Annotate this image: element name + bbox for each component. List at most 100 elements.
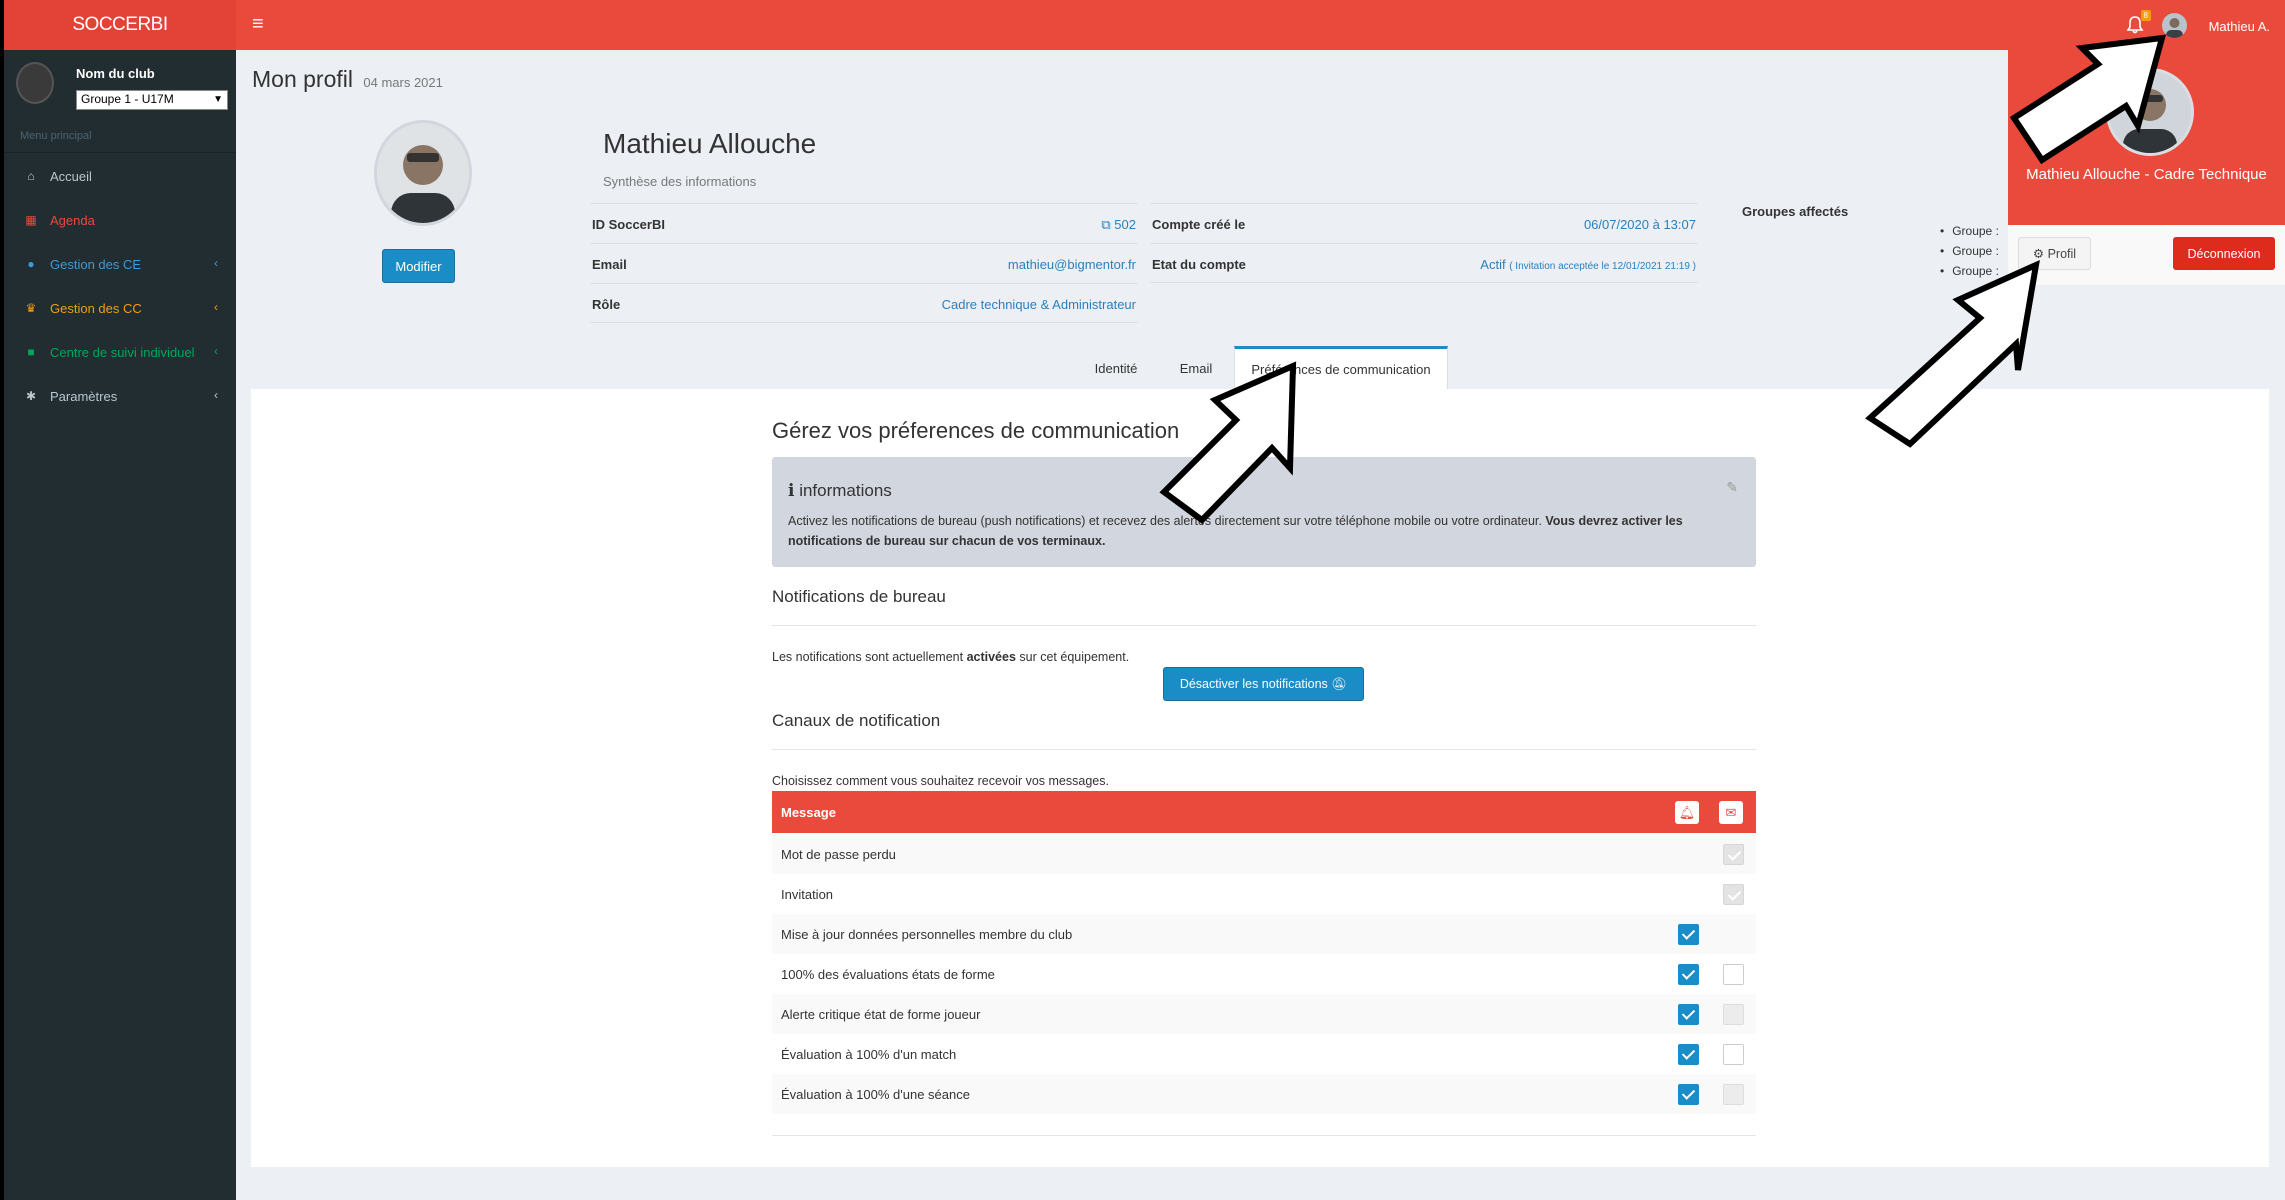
cube-icon: ■ (27, 345, 35, 359)
table-row: Invitation (772, 874, 1756, 914)
table-row: 100% des évaluations états de forme (772, 954, 1756, 994)
menu-toggle-icon[interactable]: ≡ (252, 14, 264, 34)
sidebar-item-label: Agenda (50, 212, 95, 228)
desktop-status-text: Les notifications sont actuellement acti… (772, 650, 1129, 664)
row-label: Évaluation à 100% d'un match (781, 1047, 957, 1062)
id-value: 502 (1114, 217, 1136, 232)
profile-name: Mathieu Allouche (603, 128, 817, 159)
calendar-icon: ▦ (25, 213, 37, 227)
groups-title: Groupes affectés (1742, 204, 1849, 219)
user-menu-name[interactable]: Mathieu A. (2209, 19, 2270, 34)
club-panel: Nom du club Groupe 1 - U17M ▼ (4, 50, 236, 120)
info-row-created: Compte créé le 06/07/2020 à 13:07 (1150, 203, 1698, 243)
top-navbar: ≡ 8 Mathieu A. (236, 0, 2285, 50)
deactivate-notifications-button[interactable]: Désactiver les notifications 🔕︎ (1163, 667, 1364, 701)
status-text-bold: activées (966, 650, 1016, 664)
state-note: ( Invitation acceptée le 12/01/2021 21:1… (1509, 261, 1696, 272)
row-label: Mot de passe perdu (781, 847, 896, 862)
logout-button[interactable]: Déconnexion (2173, 237, 2275, 270)
mail-checkbox (1723, 1084, 1744, 1105)
mail-checkbox[interactable] (1723, 1044, 1744, 1065)
menu-divider (4, 152, 236, 153)
user-avatar[interactable] (2162, 13, 2187, 38)
mail-checkbox (1723, 884, 1744, 905)
row-label: 100% des évaluations états de forme (781, 967, 995, 982)
chevron-left-icon: ‹ (214, 388, 218, 402)
info-label: Compte créé le (1152, 217, 1246, 232)
list-item: Groupe : (1940, 224, 1999, 244)
table-row: Mot de passe perdu (772, 834, 1756, 874)
channels-title: Canaux de notification (772, 711, 941, 730)
sidebar-item-label: Accueil (50, 168, 92, 184)
divider (772, 625, 1756, 626)
tab-email[interactable]: Email (1161, 346, 1231, 390)
sidebar-item-accueil[interactable]: ⌂ Accueil (4, 154, 236, 198)
menu-header: Menu principal (20, 130, 92, 142)
push-checkbox[interactable] (1678, 964, 1699, 985)
table-header: Message 🔔︎ ✉ (772, 791, 1756, 833)
role-value: Cadre technique & Administrateur (941, 297, 1136, 312)
table-row: Alerte critique état de forme joueur (772, 994, 1756, 1034)
push-checkbox[interactable] (1678, 924, 1699, 945)
push-checkbox[interactable] (1678, 1084, 1699, 1105)
app-window: SOCCERBI ≡ 8 Mathieu A. Nom du club Grou… (4, 0, 2285, 1200)
tab-preferences[interactable]: Préférences de communication (1234, 346, 1448, 390)
push-checkbox[interactable] (1678, 1004, 1699, 1025)
user-dropdown-avatar (2106, 68, 2194, 156)
groups-list: Groupe : Groupe : Groupe : (1940, 224, 1999, 284)
table-row: Mise à jour données personnelles membre … (772, 914, 1756, 954)
divider (772, 1135, 1756, 1136)
info-callout: i informations ✎ Activez les notificatio… (772, 457, 1756, 567)
profile-button[interactable]: ⚙︎ Profil (2018, 237, 2091, 270)
state-value: Actif ( Invitation acceptée le 12/01/202… (1480, 257, 1696, 272)
push-checkbox[interactable] (1678, 1044, 1699, 1065)
info-label: Etat du compte (1152, 257, 1246, 272)
info-label: Email (592, 257, 627, 272)
info-label: ID SoccerBI (592, 217, 665, 232)
email-link[interactable]: mathieu@bigmentor.fr (1008, 257, 1136, 272)
mail-checkbox[interactable] (1723, 964, 1744, 985)
info-label: Rôle (592, 297, 621, 312)
callout-text-part: Activez les notifications de bureau (pus… (788, 514, 1546, 528)
row-label: Évaluation à 100% d'une séance (781, 1087, 970, 1102)
chevron-down-icon: ▼ (213, 94, 223, 105)
info-icon: i (788, 481, 795, 501)
page-title-text: Mon profil (252, 66, 353, 92)
user-dropdown-header: Mathieu Allouche - Cadre Technique (2008, 50, 2285, 225)
table-row: Évaluation à 100% d'une séance (772, 1074, 1756, 1114)
sidebar-item-gestion-cc[interactable]: ♛ Gestion des CC ‹ (4, 286, 236, 330)
gear-icon: ✱ (25, 389, 37, 403)
envelope-icon: ✉ (1719, 801, 1743, 824)
chevron-left-icon: ‹ (214, 256, 218, 270)
mail-checkbox (1723, 1004, 1744, 1025)
sidebar-item-suivi-individuel[interactable]: ■ Centre de suivi individuel ‹ (4, 330, 236, 374)
group-select[interactable]: Groupe 1 - U17M ▼ (76, 90, 228, 110)
created-value: 06/07/2020 à 13:07 (1583, 217, 1696, 232)
sidebar-item-label: Gestion des CE (50, 256, 142, 272)
wrench-icon: ✎ (1726, 479, 1738, 495)
sidebar-item-label: Paramètres (50, 388, 118, 404)
channels-text: Choisissez comment vous souhaitez recevo… (772, 774, 1109, 788)
tab-identite[interactable]: Identité (1077, 346, 1155, 390)
chevron-left-icon: ‹ (214, 344, 218, 358)
sidebar-item-agenda[interactable]: ▦ Agenda (4, 198, 236, 242)
sidebar: Nom du club Groupe 1 - U17M ▼ Menu princ… (4, 50, 236, 1200)
list-item: Groupe : (1940, 264, 1999, 284)
modify-profile-button[interactable]: Modifier (382, 249, 455, 283)
profile-avatar (374, 120, 472, 226)
page-date: 04 mars 2021 (363, 75, 443, 90)
user-dropdown-name: Mathieu Allouche - Cadre Technique (2026, 166, 2267, 183)
button-label: Désactiver les notifications (1179, 677, 1328, 691)
sidebar-item-label: Centre de suivi individuel (50, 344, 195, 360)
gear-icon: ⚙︎ (2032, 247, 2048, 261)
desktop-notifications-title: Notifications de bureau (772, 587, 946, 606)
status-text-part: Les notifications sont actuellement (772, 650, 967, 664)
group-select-value: Groupe 1 - U17M (81, 92, 174, 106)
trophy-icon: ♛ (25, 301, 37, 315)
page-title: Mon profil 04 mars 2021 (252, 66, 443, 93)
app-logo[interactable]: SOCCERBI (4, 0, 236, 50)
bell-slash-icon: 🔕︎ (1331, 676, 1348, 691)
sidebar-item-gestion-ce[interactable]: ● Gestion des CE ‹ (4, 242, 236, 286)
chevron-left-icon: ‹ (214, 300, 218, 314)
sidebar-item-parametres[interactable]: ✱ Paramètres ‹ (4, 374, 236, 418)
